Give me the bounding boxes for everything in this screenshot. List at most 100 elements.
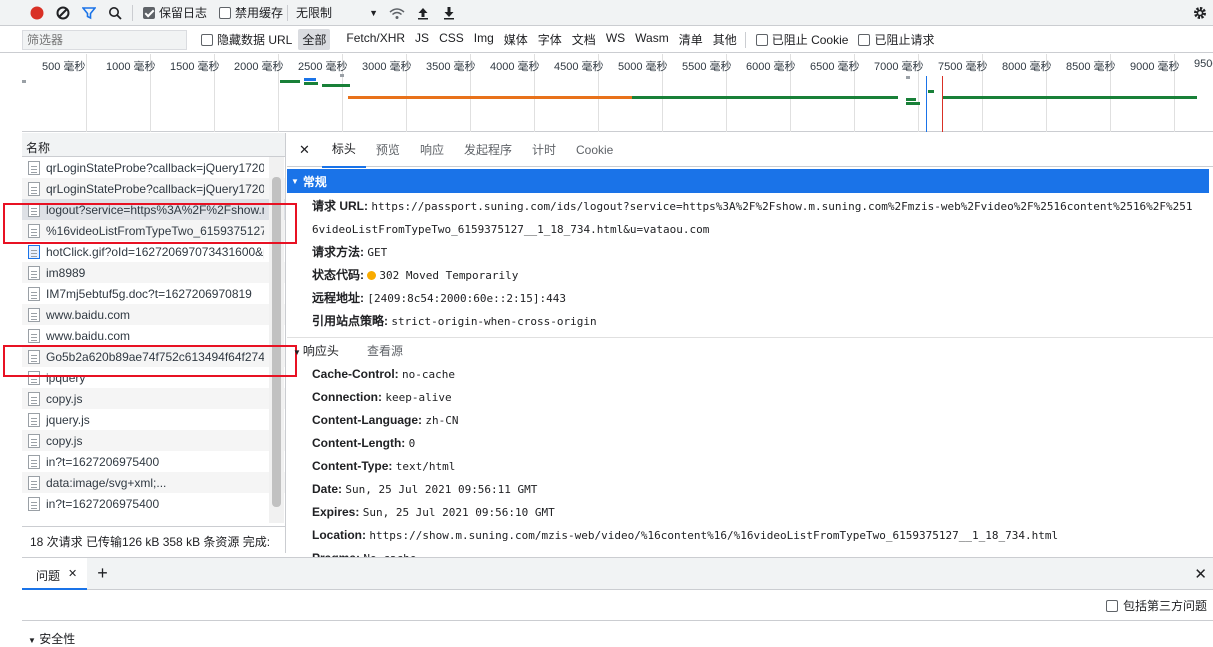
timeline-tick-label: 9000 毫秒	[1130, 61, 1180, 73]
network-conditions-button[interactable]	[384, 1, 410, 25]
general-section-title: 常规	[302, 174, 327, 189]
filter-input[interactable]	[22, 29, 187, 50]
request-row[interactable]: im8989	[22, 262, 285, 283]
close-drawer-button[interactable]: ✕	[1194, 565, 1207, 583]
filter-button[interactable]	[76, 1, 102, 25]
highlight-box-go5b2a	[3, 345, 297, 377]
close-detail-button[interactable]: ✕	[287, 142, 322, 158]
type-filter-0[interactable]: 全部	[298, 29, 331, 50]
close-icon: ✕	[299, 141, 310, 157]
tab-5[interactable]: Cookie	[566, 134, 623, 166]
clear-button[interactable]	[50, 1, 76, 25]
type-filter-10[interactable]: 清单	[675, 29, 707, 50]
timeline-marker	[942, 76, 943, 132]
blocked-cookies-checkbox[interactable]: 已阻止 Cookie	[755, 31, 848, 48]
header-row: Content-Language: zh-CN	[287, 409, 1213, 432]
name-column-header[interactable]: 名称	[22, 133, 285, 157]
request-name: in?t=1627206975400	[46, 454, 160, 469]
timeline-tick-label: 4000 毫秒	[490, 61, 540, 73]
third-party-checkbox[interactable]	[1105, 599, 1118, 612]
close-tab-icon[interactable]: ✕	[68, 567, 77, 588]
tab-3[interactable]: 发起程序	[454, 132, 522, 167]
general-section: 请求 URL: https://passport.suning.com/ids/…	[287, 193, 1213, 333]
request-detail-panel: ✕ 标头 预览 响应 发起程序 计时 Cookie ▼ 常规 请求 URL: https:…	[287, 131, 1213, 565]
request-name: www.baidu.com	[46, 328, 131, 343]
type-filter-7[interactable]: 文档	[568, 29, 600, 50]
throttle-select[interactable]: 无限制 ▼	[296, 4, 378, 21]
blocked-requests-label: 已阻止请求	[874, 33, 935, 47]
request-row[interactable]: copy.js	[22, 430, 285, 451]
header-name: Location:	[312, 528, 366, 542]
tab-0[interactable]: 标头	[321, 131, 366, 168]
settings-button[interactable]	[1187, 1, 1213, 25]
timeline-bar	[928, 90, 934, 93]
general-section-header[interactable]: ▼ 常规	[287, 169, 1209, 193]
request-row[interactable]: www.baidu.com	[22, 325, 285, 346]
add-tab-button[interactable]: +	[97, 563, 108, 584]
type-filter-6[interactable]: 字体	[534, 29, 566, 50]
record-button[interactable]	[24, 1, 50, 25]
tab-1[interactable]: 预览	[366, 132, 410, 167]
view-source-link[interactable]: 查看源	[367, 342, 403, 359]
request-row[interactable]: jquery.js	[22, 409, 285, 430]
header-value: 302 Moved Temporarily	[379, 269, 519, 282]
tab-2[interactable]: 响应	[410, 132, 454, 167]
response-headers-toggle[interactable]: ▼ 响应头	[293, 342, 339, 359]
type-filter-5[interactable]: 媒体	[500, 29, 532, 50]
timeline-overview[interactable]: 500 毫秒 1000 毫秒 1500 毫秒 2000 毫秒 2500 毫秒 3000 毫…	[22, 54, 1213, 132]
request-row[interactable]: in?t=1627206975400	[22, 451, 285, 472]
triangle-down-icon: ▼	[291, 176, 299, 186]
document-icon	[28, 391, 40, 406]
tab-issues[interactable]: 问题 ✕	[22, 557, 88, 590]
wifi-settings-icon	[389, 7, 405, 19]
timeline-tick-label: 5000 毫秒	[618, 61, 668, 73]
request-row[interactable]: in?t=1627206975400	[22, 493, 285, 514]
disable-cache-checkbox[interactable]: 禁用缓存	[219, 4, 283, 21]
document-icon	[28, 412, 40, 427]
timeline-bar	[906, 98, 916, 101]
type-filter-9[interactable]: Wasm	[631, 29, 673, 50]
resource-type-filters: 全部 Fetch/XHR JS CSS Img 媒体 字体 文档 WS Wasm 清单 其他	[296, 29, 740, 50]
timeline-bar	[942, 96, 1197, 99]
timeline-tick-label: 9500	[1194, 58, 1213, 70]
header-row: 请求方法: GET	[287, 241, 1213, 264]
type-filter-8[interactable]: WS	[602, 29, 629, 50]
request-name: jquery.js	[46, 412, 90, 427]
plus-icon: +	[97, 563, 108, 583]
request-summary: 18 次请求 已传输126 kB 358 kB 条资源 完成:	[22, 526, 286, 553]
third-party-label: 包括第三方问题	[1122, 599, 1207, 613]
tab-4[interactable]: 计时	[522, 132, 566, 167]
header-value: GET	[367, 246, 388, 259]
hide-data-urls-checkbox[interactable]: 隐藏数据 URL	[201, 31, 292, 48]
header-name: Content-Language:	[312, 413, 422, 427]
header-value: https://passport.suning.com/ids/logout?s…	[312, 200, 1193, 236]
request-row[interactable]: IM7mj5ebtuf5g.doc?t=1627206970819	[22, 283, 285, 304]
import-har-button[interactable]	[410, 1, 436, 25]
timeline-bar	[280, 80, 300, 83]
request-row[interactable]: data:image/svg+xml;...	[22, 472, 285, 493]
request-row[interactable]: www.baidu.com	[22, 304, 285, 325]
search-button[interactable]	[102, 1, 128, 25]
preserve-log-checkbox[interactable]: 保留日志	[143, 4, 207, 21]
request-list: 名称 qrLoginStateProbe?callback=jQuery1720…	[22, 133, 286, 553]
request-row[interactable]: hotClick.gif?oId=162720697073431600&p...	[22, 241, 285, 262]
type-filter-4[interactable]: Img	[470, 29, 498, 50]
upload-icon	[418, 7, 429, 19]
request-row[interactable]: copy.js	[22, 388, 285, 409]
type-filter-11[interactable]: 其他	[709, 29, 741, 50]
header-value: [2409:8c54:2000:60e::2:15]:443	[367, 292, 567, 305]
request-row[interactable]: qrLoginStateProbe?callback=jQuery17202..…	[22, 157, 285, 178]
type-filter-3[interactable]: CSS	[435, 29, 468, 50]
filter-bar: 隐藏数据 URL 全部 Fetch/XHRJSCSSImg媒体字体文档WSWasm…	[0, 27, 1213, 53]
request-name: data:image/svg+xml;...	[46, 475, 167, 490]
header-name: 远程地址:	[312, 291, 364, 305]
request-row[interactable]: qrLoginStateProbe?callback=jQuery17202..…	[22, 178, 285, 199]
header-name: Content-Length:	[312, 436, 406, 450]
type-filter-1[interactable]: Fetch/XHR	[342, 29, 409, 50]
export-har-button[interactable]	[436, 1, 462, 25]
document-icon	[28, 286, 40, 301]
header-row: Content-Length: 0	[287, 432, 1213, 455]
security-section-partial[interactable]: ▼ 安全性	[28, 632, 75, 646]
type-filter-2[interactable]: JS	[411, 29, 433, 50]
blocked-requests-checkbox[interactable]: 已阻止请求	[858, 31, 934, 48]
